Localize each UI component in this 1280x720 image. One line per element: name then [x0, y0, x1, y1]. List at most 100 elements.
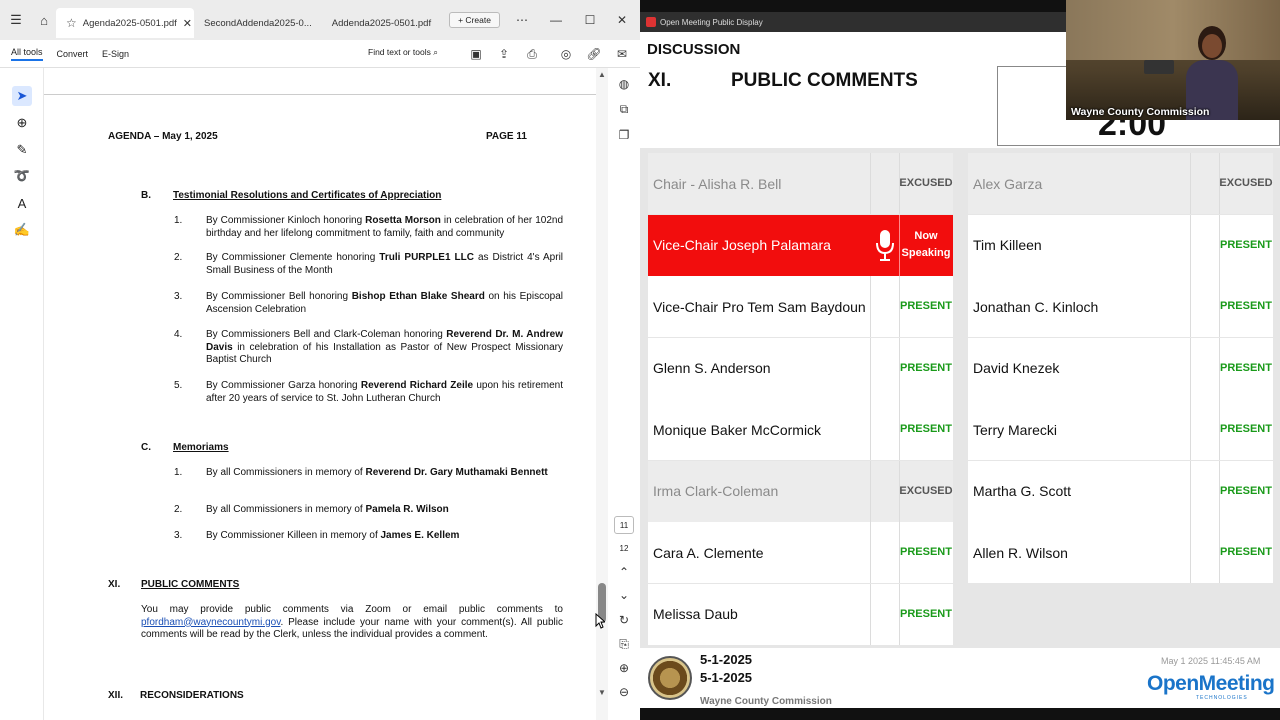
member-name: Glenn S. Anderson	[653, 360, 771, 376]
member-status: PRESENT	[1220, 423, 1272, 435]
signature-icon[interactable]: ✍	[12, 220, 32, 240]
section-xii-title: RECONSIDERATIONS	[140, 690, 244, 701]
tab-bar: ☰ ⌂ ☆ Agenda2025-0501.pdf ✕ SecondAddend…	[0, 0, 640, 40]
member-cell: Monique Baker McCormick PRESENT	[648, 399, 953, 460]
speaker-video	[1184, 20, 1240, 120]
cell-divider	[1190, 337, 1191, 399]
cell-divider	[870, 583, 871, 645]
ai-assistant-icon[interactable]: ◎	[557, 45, 575, 63]
minimize-icon[interactable]: —	[540, 0, 572, 40]
microphone-icon	[870, 215, 899, 276]
section-c-title: Memoriams	[173, 442, 229, 453]
esign-button[interactable]: E-Sign	[102, 49, 129, 59]
all-tools-button[interactable]: All tools	[11, 47, 43, 61]
meeting-date-secondary: 5-1-2025	[700, 670, 753, 685]
zoom-in-icon[interactable]: ⊕	[615, 659, 633, 677]
maximize-icon[interactable]: ☐	[574, 0, 606, 40]
county-seal-icon	[648, 656, 692, 700]
member-status: Now Speaking	[901, 230, 951, 259]
member-status: PRESENT	[1220, 484, 1272, 497]
close-icon[interactable]: ✕	[183, 17, 192, 30]
cell-divider	[1190, 399, 1191, 460]
member-status: EXCUSED	[1219, 177, 1273, 189]
select-icon[interactable]: ➤	[12, 86, 32, 106]
scroll-up-icon[interactable]: ▲	[596, 70, 608, 79]
home-icon[interactable]: ⌂	[32, 8, 56, 32]
pdf-page: AGENDA – May 1, 2025 PAGE 11 B. Testimon…	[44, 68, 596, 720]
convert-button[interactable]: Convert	[57, 49, 89, 59]
member-name: Irma Clark-Coleman	[653, 483, 779, 499]
window-close-icon[interactable]: ✕	[606, 0, 638, 40]
zoom-out-icon[interactable]: ⊖	[615, 683, 633, 701]
member-cell: Terry Marecki PRESENT	[968, 399, 1273, 460]
star-icon[interactable]: ☆	[66, 16, 77, 30]
tab-addenda[interactable]: Addenda2025-0501.pdf	[322, 8, 441, 38]
create-button[interactable]: + Create	[449, 12, 500, 28]
timestamp: May 1 2025 11:45:45 AM	[1161, 656, 1261, 666]
pen-icon[interactable]: ✎	[12, 140, 32, 160]
tab-agenda[interactable]: ☆ Agenda2025-0501.pdf ✕	[56, 8, 194, 38]
item-text: By Commissioner Killeen in memory of Jam…	[206, 530, 460, 541]
member-cell: Vice-Chair Joseph Palamara Now Speaking	[648, 214, 953, 276]
member-status: PRESENT	[900, 607, 952, 620]
page-divider	[44, 94, 596, 95]
text-select-icon[interactable]: A	[12, 193, 32, 213]
item-number: 2.	[174, 504, 183, 515]
member-name: David Knezek	[973, 360, 1060, 376]
scroll-down-icon[interactable]: ▼	[596, 688, 608, 697]
chevron-down-icon[interactable]: ⌄	[615, 586, 633, 604]
pdf-toolbar: All tools Convert E-Sign Find text or to…	[0, 40, 640, 68]
openmeeting-logo-sub: TECHNOLOGIES	[1196, 695, 1248, 701]
section-b-letter: B.	[141, 190, 151, 201]
cell-divider	[1190, 214, 1191, 276]
item-number: 1.	[174, 215, 183, 226]
member-name: Jonathan C. Kinloch	[973, 298, 1099, 315]
member-name: Allen R. Wilson	[973, 544, 1068, 561]
member-cell: Glenn S. Anderson PRESENT	[648, 337, 953, 399]
print-icon[interactable]: ⎙	[523, 45, 541, 63]
comment-icon[interactable]: ◍	[615, 75, 633, 93]
pdf-viewer-window: ☰ ⌂ ☆ Agenda2025-0501.pdf ✕ SecondAddend…	[0, 0, 640, 720]
refresh-icon[interactable]: ↻	[615, 611, 633, 629]
tab-label: Addenda2025-0501.pdf	[331, 17, 432, 29]
member-status: PRESENT	[1220, 300, 1272, 312]
zoom-icon[interactable]: ⊕	[12, 113, 32, 133]
pages-icon[interactable]: ❐	[615, 126, 633, 144]
member-cell: Tim Killeen PRESENT	[968, 214, 1273, 276]
member-status: PRESENT	[1220, 361, 1272, 374]
member-cell: Vice-Chair Pro Tem Sam Baydoun PRESENT	[648, 276, 953, 337]
mail-icon[interactable]: ✉	[613, 45, 631, 63]
section-c-letter: C.	[141, 442, 151, 453]
public-comments-paragraph: You may provide public comments via Zoom…	[141, 604, 563, 640]
om-footer: 5-1-2025 5-1-2025 Wayne County Commissio…	[640, 648, 1280, 708]
list-item: 4. By Commissioners Bell and Clark-Colem…	[174, 329, 563, 367]
find-text-button[interactable]: Find text or tools ⌕	[368, 47, 438, 58]
page-number-next[interactable]: 12	[614, 539, 634, 557]
member-name: Terry Marecki	[973, 421, 1058, 438]
lasso-icon[interactable]: ➰	[12, 166, 32, 186]
link-icon[interactable]: 🔗︎	[585, 45, 603, 63]
item-text: By all Commissioners in memory of Revere…	[206, 467, 548, 478]
upload-icon[interactable]: ⇪	[495, 45, 513, 63]
page-number-current[interactable]: 11	[614, 516, 634, 534]
bookmark-icon[interactable]: ⧉	[615, 100, 633, 118]
menu-icon[interactable]: ☰	[4, 8, 28, 32]
list-item: 2. By all Commissioners in memory of Pam…	[174, 504, 563, 517]
search-icon: ⌕	[433, 47, 438, 57]
item-text: By Commissioner Bell honoring Bishop Eth…	[206, 291, 563, 315]
cell-divider	[1190, 522, 1191, 583]
item-number: 2.	[174, 252, 183, 263]
email-link[interactable]: pfordham@waynecountymi.gov	[141, 617, 280, 628]
chevron-up-icon[interactable]: ⌃	[615, 563, 633, 581]
create-label: Create	[465, 15, 491, 25]
right-tool-rail: ◍ ⧉ ❐ 11 12 ⌃ ⌄ ↻ ⎘ ⊕ ⊖	[608, 68, 640, 720]
organization-name: Wayne County Commission	[700, 696, 832, 707]
member-status: EXCUSED	[899, 177, 953, 189]
more-icon[interactable]: ⋯	[506, 0, 538, 40]
tab-second-addenda[interactable]: SecondAddenda2025-0...	[194, 8, 322, 38]
page-fit-icon[interactable]: ⎘	[615, 635, 633, 653]
webcam-caption: Wayne County Commission	[1071, 106, 1210, 118]
cell-divider	[870, 337, 871, 399]
find-label: Find text or tools	[368, 47, 431, 57]
save-icon[interactable]: ▣	[467, 45, 485, 63]
